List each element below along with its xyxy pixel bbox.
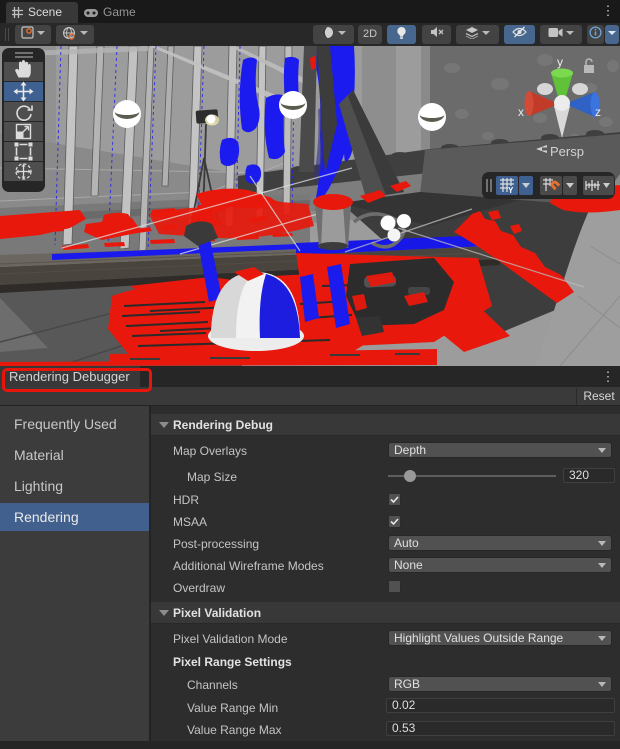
svg-text:z: z: [595, 105, 601, 119]
svg-text:Persp: Persp: [550, 144, 584, 159]
svg-text:y: y: [557, 55, 563, 69]
svg-text:Y: Y: [508, 186, 514, 195]
svg-text:x: x: [518, 105, 524, 119]
